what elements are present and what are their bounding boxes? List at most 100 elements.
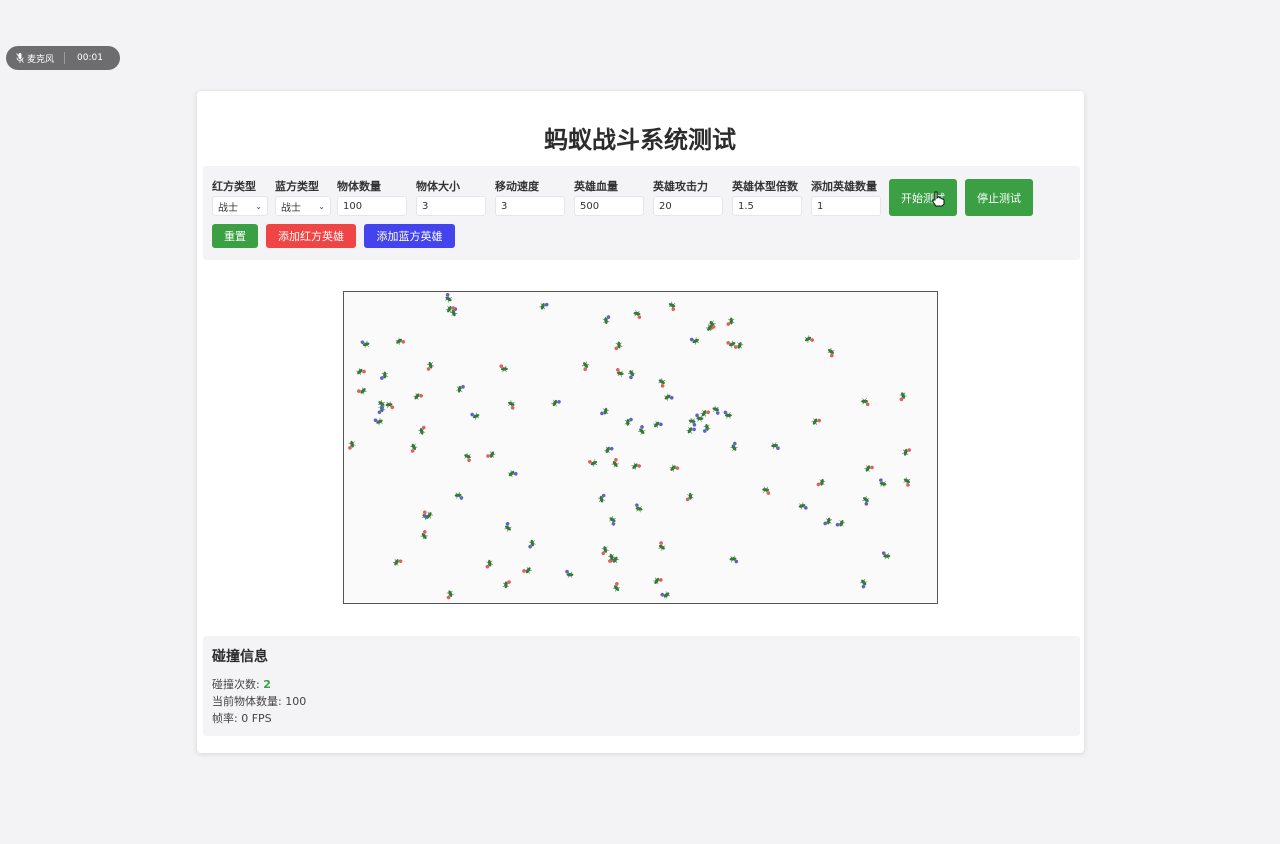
blue-type-select[interactable]: 战士 ⌄: [275, 196, 331, 216]
ant-unit: [628, 369, 636, 380]
ant-unit: [633, 310, 642, 319]
ant-unit: [653, 420, 663, 429]
ant-unit: [373, 418, 383, 426]
ant-unit: [879, 478, 887, 488]
ant-unit: [771, 442, 780, 451]
ant-unit: [624, 417, 633, 426]
hero-hp-label: 英雄血量: [574, 180, 618, 193]
red-type-value: 战士: [218, 202, 238, 214]
fps-row: 帧率: 0 FPS: [212, 710, 272, 726]
ant-unit: [804, 335, 815, 343]
hero-scale-control: 英雄体型倍数 1.5: [732, 178, 802, 216]
ant-unit: [762, 486, 771, 495]
ant-unit: [700, 409, 711, 417]
count-control: 物体数量 100: [337, 178, 407, 216]
ant-unit: [827, 347, 835, 358]
ant-unit: [454, 491, 464, 500]
collision-info-heading: 碰撞信息: [212, 649, 268, 665]
ant-unit: [638, 425, 646, 435]
recorder-time: 00:01: [77, 53, 103, 63]
size-control: 物体大小 3: [416, 178, 486, 216]
ant-unit: [464, 452, 471, 463]
reset-button[interactable]: 重置: [212, 224, 258, 248]
fps-label: 帧率:: [212, 712, 242, 725]
fps-value: 0 FPS: [241, 712, 272, 725]
blue-type-label: 蓝方类型: [275, 180, 319, 193]
add-red-hero-button[interactable]: 添加红方英雄: [266, 224, 356, 248]
ant-unit: [485, 559, 494, 569]
ant-unit: [356, 368, 366, 376]
hero-add-count-input[interactable]: 1: [811, 196, 881, 216]
red-type-select[interactable]: 战士 ⌄: [212, 196, 268, 216]
recording-indicator[interactable]: 麦克风 00:01: [6, 46, 120, 70]
hero-hp-control: 英雄血量 500: [574, 178, 644, 216]
ant-unit: [598, 493, 606, 503]
ant-unit: [862, 495, 870, 506]
ant-unit: [502, 580, 511, 589]
ant-unit: [903, 477, 911, 487]
hand-pointer-icon: [932, 191, 945, 207]
ant-unit: [730, 441, 738, 452]
ant-unit: [703, 423, 711, 433]
ant-unit: [392, 558, 403, 566]
ant-unit: [377, 399, 385, 410]
ant-unit: [486, 451, 496, 458]
hero-attack-input[interactable]: 20: [653, 196, 723, 216]
ant-unit: [601, 546, 609, 556]
ant-unit: [385, 401, 395, 410]
ant-unit: [861, 398, 870, 407]
ant-unit: [420, 529, 428, 540]
ant-unit: [602, 315, 611, 325]
ant-unit: [348, 440, 356, 450]
red-type-label: 红方类型: [212, 180, 256, 193]
collision-info-panel: 碰撞信息 碰撞次数: 2 当前物体数量: 100 帧率: 0 FPS: [203, 636, 1080, 736]
size-label: 物体大小: [416, 180, 460, 193]
ant-unit: [688, 417, 697, 427]
ant-unit: [600, 407, 610, 416]
ant-unit: [456, 385, 465, 393]
ant-unit: [588, 459, 598, 467]
ant-unit: [426, 361, 435, 371]
recorder-label: 麦克风: [27, 54, 55, 65]
ant-unit: [798, 502, 808, 510]
start-test-button[interactable]: 开始测试: [889, 179, 957, 216]
ant-unit: [539, 302, 549, 310]
ant-unit: [635, 503, 643, 513]
ant-unit: [445, 292, 452, 303]
ant-unit: [581, 361, 590, 372]
blue-type-value: 战士: [281, 202, 301, 214]
hero-scale-label: 英雄体型倍数: [732, 180, 798, 193]
ant-unit: [631, 462, 642, 470]
add-blue-hero-button[interactable]: 添加蓝方英雄: [364, 224, 455, 248]
ant-unit: [823, 517, 833, 526]
ant-unit: [611, 458, 619, 468]
ant-unit: [669, 464, 680, 472]
page-title: 蚂蚁战斗系统测试: [544, 126, 736, 154]
hero-scale-input[interactable]: 1.5: [732, 196, 802, 216]
ant-unit: [522, 566, 532, 574]
size-input[interactable]: 3: [416, 196, 486, 216]
ant-unit: [413, 392, 424, 400]
battle-arena[interactable]: [343, 291, 938, 604]
chevron-down-icon: ⌄: [318, 201, 325, 211]
hero-hp-input[interactable]: 500: [574, 196, 644, 216]
stop-test-button[interactable]: 停止测试: [965, 179, 1033, 216]
ant-unit: [658, 378, 666, 388]
ant-unit: [508, 400, 515, 410]
collision-count-value: 2: [263, 678, 271, 691]
ant-unit: [712, 405, 720, 415]
ant-unit: [528, 539, 536, 549]
speed-input[interactable]: 3: [495, 196, 565, 216]
ant-unit: [446, 590, 454, 600]
hero-add-count-label: 添加英雄数量: [811, 180, 877, 193]
object-count-value: 100: [285, 695, 307, 708]
red-type-control: 红方类型 战士 ⌄: [212, 178, 268, 216]
ant-unit: [504, 521, 512, 532]
ant-unit: [418, 425, 426, 435]
hero-add-count-control: 添加英雄数量 1: [811, 178, 881, 216]
ant-unit: [658, 541, 666, 551]
ant-layer: [348, 292, 911, 600]
ant-unit: [410, 443, 418, 453]
count-input[interactable]: 100: [337, 196, 407, 216]
ant-unit: [360, 340, 370, 348]
